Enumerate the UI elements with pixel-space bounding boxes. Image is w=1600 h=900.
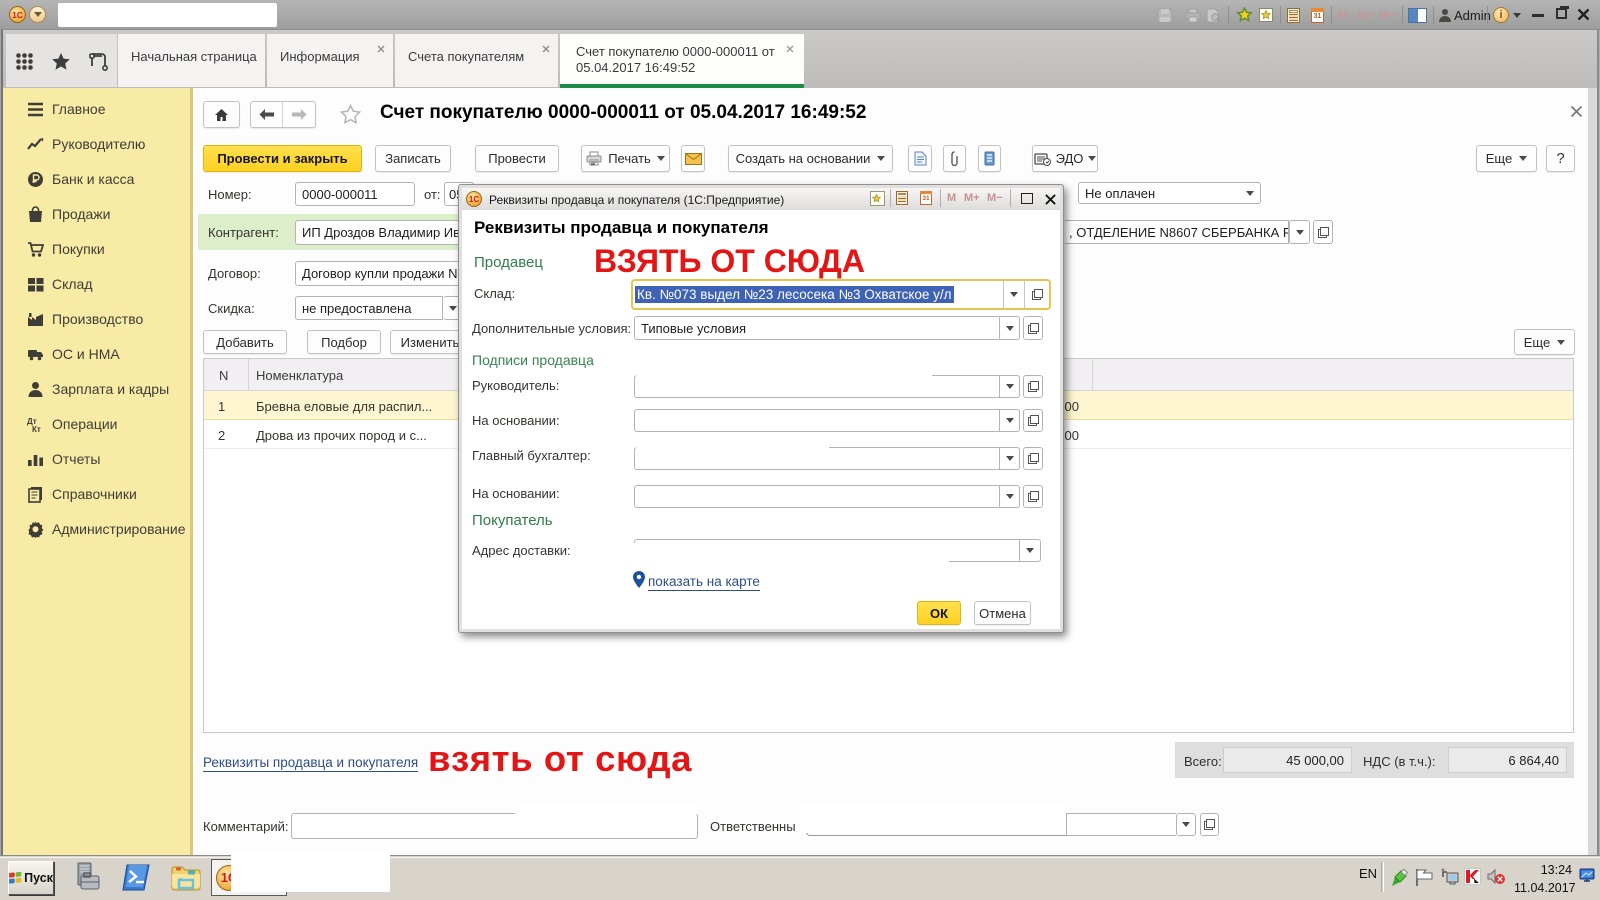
svg-text:Кт: Кт [32,425,41,433]
